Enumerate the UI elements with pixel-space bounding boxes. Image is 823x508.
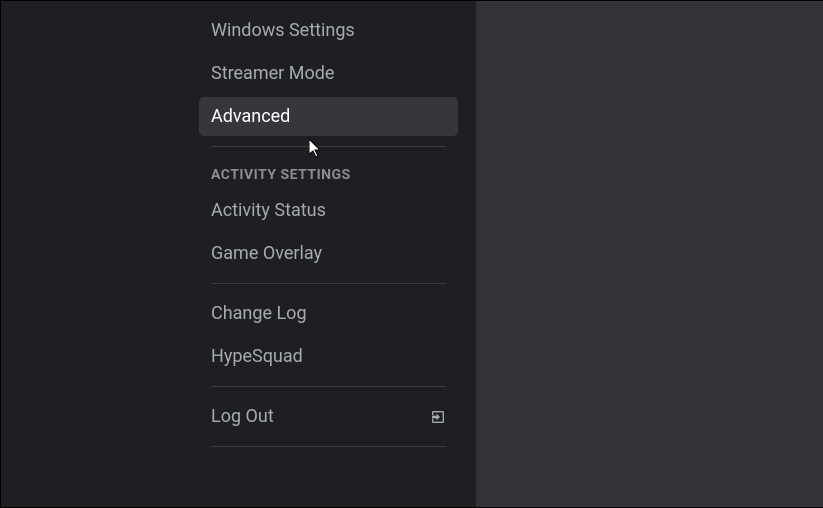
section-header-activity: Activity Settings — [199, 157, 458, 187]
sidebar-item-activity-status[interactable]: Activity Status — [199, 191, 458, 230]
sidebar-item-label: Streamer Mode — [211, 63, 334, 84]
sidebar-item-label: Change Log — [211, 303, 307, 324]
sidebar-item-hypesquad[interactable]: HypeSquad — [199, 337, 458, 376]
sidebar-item-label: Windows Settings — [211, 20, 355, 41]
sidebar-item-advanced[interactable]: Advanced — [199, 97, 458, 136]
sidebar-item-change-log[interactable]: Change Log — [199, 294, 458, 333]
sidebar-item-streamer-mode[interactable]: Streamer Mode — [199, 54, 458, 93]
divider — [211, 283, 446, 284]
divider — [211, 386, 446, 387]
sidebar-item-game-overlay[interactable]: Game Overlay — [199, 234, 458, 273]
divider — [211, 446, 446, 447]
divider — [211, 146, 446, 147]
sidebar-item-log-out[interactable]: Log Out — [199, 397, 458, 436]
sidebar-item-label: Advanced — [211, 106, 290, 127]
sidebar-item-windows-settings[interactable]: Windows Settings — [199, 11, 458, 50]
sidebar-item-label: HypeSquad — [211, 346, 303, 367]
settings-sidebar: Windows Settings Streamer Mode Advanced … — [1, 1, 476, 507]
sidebar-item-label: Log Out — [211, 406, 274, 427]
content-panel — [476, 1, 823, 507]
sidebar-item-label: Game Overlay — [211, 243, 322, 264]
sidebar-item-label: Activity Status — [211, 200, 326, 221]
logout-icon — [430, 409, 446, 425]
